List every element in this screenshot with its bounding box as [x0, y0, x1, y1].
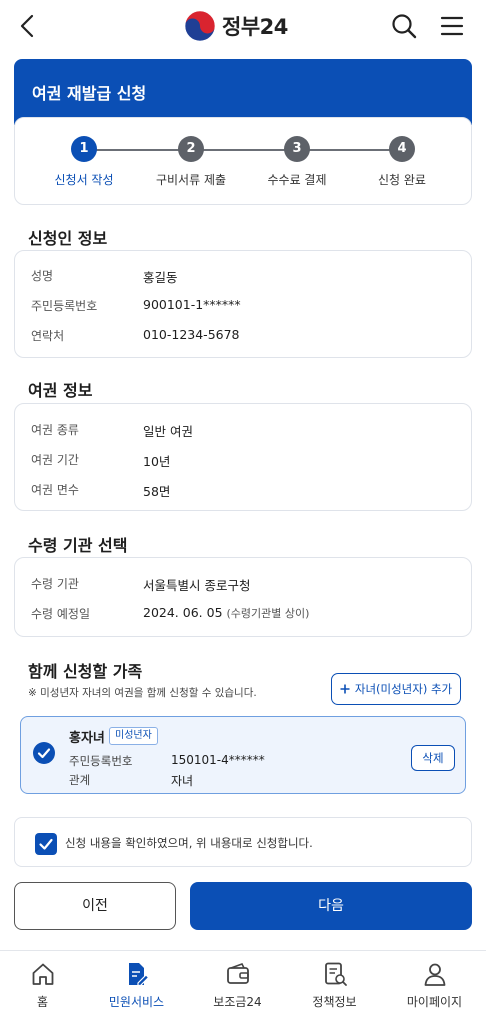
tab-mypage[interactable]: 마이페이지	[386, 961, 483, 1010]
page-title: 여권 재발급 신청	[32, 84, 147, 103]
info-key: 수령 기관	[31, 577, 79, 591]
tab-policy[interactable]: 정책정보	[286, 961, 383, 1010]
pickup-date: 2024. 06. 05	[143, 605, 223, 620]
pickup-date-note: (수령기관별 상이)	[226, 607, 310, 620]
progress-stepper: 1 신청서 작성 2 구비서류 제출 3 수수료 결제 4 신청 완료	[14, 117, 472, 205]
policy-document-icon	[324, 962, 347, 986]
step-2-label: 구비서류 제출	[155, 173, 227, 187]
step-2-number: 2	[178, 136, 204, 162]
member-checkbox[interactable]	[33, 742, 55, 764]
bottom-tab-bar: 홈 민원서비스 보조금24 정책정보 마이페이지	[0, 950, 486, 1024]
family-section-title: 함께 신청할 가족	[28, 662, 143, 681]
delete-member-button[interactable]: 삭제	[411, 745, 455, 771]
tab-mypage-label: 마이페이지	[406, 995, 463, 1009]
info-key: 여권 종류	[31, 423, 79, 437]
step-1-number: 1	[71, 136, 97, 162]
next-button[interactable]: 다음	[190, 882, 472, 930]
family-section-note: ※ 미성년자 자녀의 여권을 함께 신청할 수 있습니다.	[28, 687, 257, 699]
prev-button[interactable]: 이전	[14, 882, 176, 930]
info-key: 연락처	[31, 329, 65, 343]
member-relation-label: 관계	[69, 773, 91, 787]
applicant-section-title: 신청인 정보	[28, 229, 108, 248]
person-icon	[424, 963, 445, 986]
home-icon	[32, 963, 53, 985]
tab-civil-service[interactable]: 민원서비스	[88, 961, 185, 1010]
info-key: 여권 기간	[31, 453, 79, 467]
government-emblem-icon	[184, 10, 216, 42]
tab-policy-label: 정책정보	[312, 995, 357, 1009]
info-key: 여권 면수	[31, 483, 79, 497]
info-value: 900101-1******	[143, 297, 241, 312]
info-value: 홍길동	[143, 270, 178, 285]
page-title-bar: 여권 재발급 신청	[14, 59, 472, 125]
agency-info-card[interactable]: 수령 기관 서울특별시 종로구청 수령 예정일 2024. 06. 05 (수령…	[14, 557, 472, 637]
applicant-info-card: 성명 홍길동 주민등록번호 900101-1****** 연락처 010-123…	[14, 250, 472, 358]
check-icon	[37, 748, 51, 759]
tab-subsidy-label: 보조금24	[213, 995, 262, 1009]
minor-badge: 미성년자	[109, 727, 158, 745]
search-icon[interactable]	[390, 12, 418, 40]
info-value: 010-1234-5678	[143, 327, 240, 342]
tab-home[interactable]: 홈	[0, 961, 91, 1010]
agency-section-title: 수령 기관 선택	[28, 536, 128, 555]
step-4-label: 신청 완료	[378, 173, 426, 187]
check-icon	[39, 838, 53, 850]
step-3-number: 3	[284, 136, 310, 162]
passport-info-card: 여권 종류 일반 여권 여권 기간 10년 여권 면수 58면	[14, 403, 472, 511]
agreement-text: 신청 내용을 확인하였으며, 위 내용대로 신청합니다.	[65, 836, 313, 850]
step-2: 2 구비서류 제출	[136, 136, 246, 188]
document-edit-icon	[128, 963, 149, 987]
info-value: 2024. 06. 05 (수령기관별 상이)	[143, 605, 309, 621]
back-arrow-icon[interactable]	[14, 12, 42, 40]
member-id-value: 150101-4******	[171, 753, 265, 767]
info-key: 주민등록번호	[31, 299, 98, 313]
info-key: 성명	[31, 269, 54, 283]
info-value: 서울특별시 종로구청	[143, 578, 251, 593]
member-name: 홍자녀	[69, 731, 105, 746]
step-3: 3 수수료 결제	[242, 136, 352, 188]
info-value: 일반 여권	[143, 424, 193, 439]
wallet-icon	[226, 963, 249, 984]
tab-home-label: 홈	[36, 995, 49, 1009]
tab-subsidy[interactable]: 보조금24	[189, 961, 286, 1010]
app-header: 정부24	[0, 0, 486, 52]
hamburger-menu-icon[interactable]	[438, 12, 466, 40]
step-1-label: 신청서 작성	[54, 173, 114, 187]
passport-section-title: 여권 정보	[28, 381, 93, 400]
step-4: 4 신청 완료	[347, 136, 457, 188]
agreement-checkbox[interactable]	[35, 833, 57, 855]
info-value: 10년	[143, 454, 171, 469]
plus-icon	[340, 684, 350, 694]
tab-civil-service-label: 민원서비스	[108, 995, 165, 1009]
member-relation-value: 자녀	[171, 774, 194, 788]
step-3-label: 수수료 결제	[267, 173, 327, 187]
add-child-button-label: 자녀(미성년자) 추가	[354, 682, 453, 696]
step-1: 1 신청서 작성	[29, 136, 139, 188]
app-logo[interactable]: 정부24	[184, 10, 288, 42]
agreement-box[interactable]: 신청 내용을 확인하였으며, 위 내용대로 신청합니다.	[14, 817, 472, 867]
add-child-button[interactable]: 자녀(미성년자) 추가	[331, 673, 461, 705]
member-id-label: 주민등록번호	[69, 754, 133, 768]
step-4-number: 4	[389, 136, 415, 162]
app-name: 정부24	[222, 15, 288, 39]
info-key: 수령 예정일	[31, 607, 91, 621]
family-member-card[interactable]: 홍자녀 미성년자 주민등록번호 150101-4****** 관계 자녀 삭제	[20, 716, 466, 794]
info-value: 58면	[143, 484, 171, 499]
